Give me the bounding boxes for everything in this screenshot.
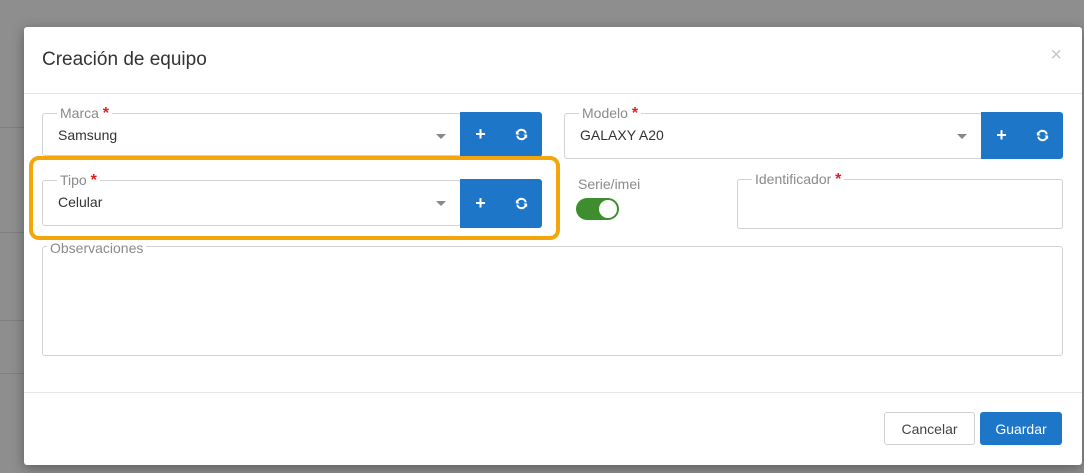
observaciones-textarea[interactable]: Observaciones (42, 240, 1063, 356)
add-icon[interactable]: + (468, 122, 494, 148)
background-divider (0, 127, 24, 128)
serie-toggle[interactable] (576, 198, 619, 220)
required-asterisk: * (835, 171, 842, 188)
refresh-icon[interactable] (1030, 123, 1056, 149)
identificador-field[interactable]: Identificador * (737, 171, 1063, 229)
chevron-down-icon[interactable] (957, 134, 967, 139)
marca-value: Samsung (58, 127, 118, 143)
background-divider (0, 320, 24, 321)
modal-header: Creación de equipo × (24, 27, 1082, 94)
observaciones-label: Observaciones (47, 240, 147, 256)
marca-label: Marca * (57, 105, 113, 122)
close-icon[interactable]: × (1050, 45, 1062, 65)
refresh-icon[interactable] (509, 122, 535, 148)
save-button[interactable]: Guardar (980, 412, 1062, 445)
background-divider (0, 373, 24, 374)
required-asterisk: * (631, 105, 639, 122)
modelo-select[interactable]: Modelo * GALAXY A20 (564, 105, 982, 159)
highlight-annotation (29, 156, 560, 240)
cancel-button[interactable]: Cancelar (884, 412, 975, 445)
create-equipment-modal: Creación de equipo × Marca * Samsung + M… (24, 27, 1082, 465)
marca-actions: + (460, 112, 542, 157)
modal-footer: Cancelar Guardar (24, 392, 1082, 465)
modelo-actions: + (981, 112, 1063, 159)
add-icon[interactable]: + (989, 123, 1015, 149)
marca-select[interactable]: Marca * Samsung (42, 105, 461, 156)
modal-title: Creación de equipo (42, 49, 207, 70)
chevron-down-icon[interactable] (436, 134, 446, 139)
required-asterisk: * (102, 105, 110, 122)
modelo-value: GALAXY A20 (580, 127, 664, 143)
background-divider (0, 232, 24, 233)
serie-label: Serie/imei (578, 176, 641, 192)
toggle-knob (599, 200, 617, 218)
modelo-label: Modelo * (579, 105, 642, 122)
identificador-label: Identificador * (752, 171, 845, 188)
